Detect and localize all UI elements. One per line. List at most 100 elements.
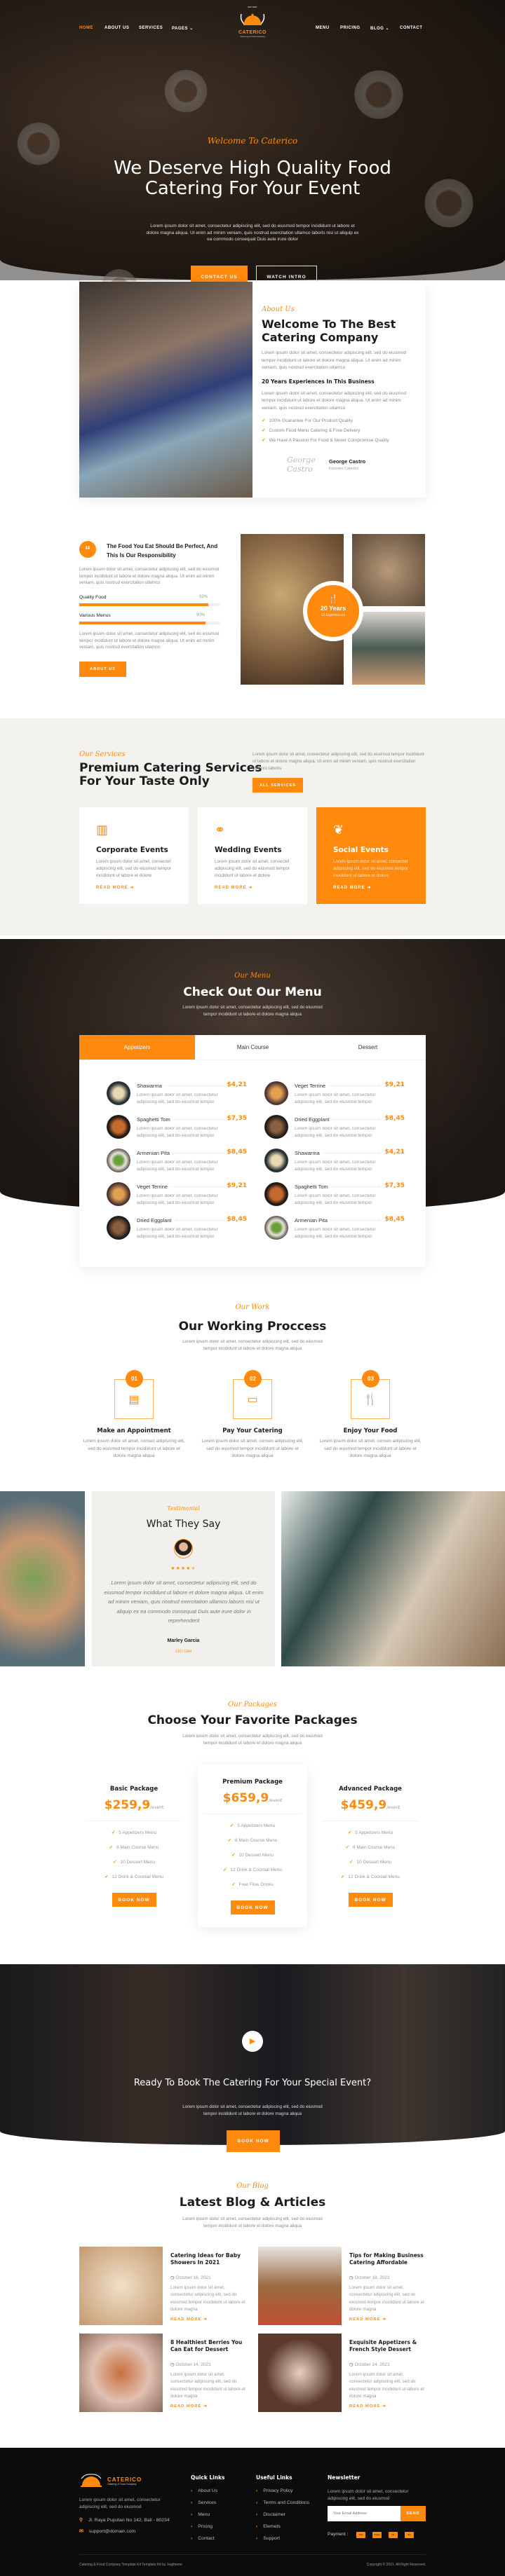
dish-photo xyxy=(107,1216,130,1240)
menu-item[interactable]: Shawarma $4,21 Lorem ipsum dolor sit ame… xyxy=(107,1081,247,1109)
post-title[interactable]: Exquisite Appetizers & French Style Dess… xyxy=(349,2339,426,2353)
read-more-link[interactable]: READ MORE ➜ xyxy=(215,885,290,890)
book-now-button[interactable]: BOOK NOW xyxy=(112,1893,156,1907)
menu-item[interactable]: Shawarma $4,21 Lorem ipsum dolor sit ame… xyxy=(264,1149,405,1177)
check-text: 100% Guarantee For Our Product Quality xyxy=(269,418,354,423)
tab-main-course[interactable]: Main Course xyxy=(195,1035,311,1060)
post-title[interactable]: Catering Ideas for Baby Showers In 2021 xyxy=(170,2252,248,2266)
post-date: ◷ October 14, 2021 xyxy=(170,2362,211,2367)
dish-photo xyxy=(107,1115,130,1139)
nav-menu[interactable]: MENU xyxy=(316,26,330,30)
footer-email[interactable]: ✉ support@domain.com xyxy=(79,2528,135,2534)
footer-link[interactable]: › Elemets xyxy=(256,2524,281,2529)
blog-post[interactable]: Exquisite Appetizers & French Style Dess… xyxy=(258,2334,426,2412)
mobile-booking-icon: ▤ xyxy=(128,1394,140,1406)
book-now-button[interactable]: BOOK NOW xyxy=(348,1893,393,1907)
newsletter-email-input[interactable] xyxy=(328,2506,400,2521)
blog-photo xyxy=(79,2247,163,2325)
check-icon: ✓ xyxy=(227,1838,232,1843)
check-icon: ✓ xyxy=(109,1845,114,1850)
blog-post[interactable]: 8 Healthiest Berries You Can Eat for Des… xyxy=(79,2334,248,2412)
footer-link[interactable]: › Pricing xyxy=(191,2524,213,2529)
menu-item[interactable]: Veget Terrine $9,21 Lorem ipsum dolor si… xyxy=(107,1182,247,1210)
read-more-label: READ MORE xyxy=(170,2404,202,2409)
post-title[interactable]: 8 Healthiest Berries You Can Eat for Des… xyxy=(170,2339,248,2353)
about-text: Lorem ipsum dolor sit amet, consectetur … xyxy=(262,350,406,370)
services-kicker: Our Services xyxy=(79,751,126,758)
payment-label: Payment : xyxy=(328,2532,349,2537)
all-services-button[interactable]: ALL SERVICES xyxy=(252,778,303,793)
send-button[interactable]: SEND xyxy=(400,2506,426,2521)
plan-feature: ✓ 5 Appetizers Menu xyxy=(316,1830,425,1844)
tab-appetizers[interactable]: Appetizers xyxy=(79,1035,195,1060)
footer-link[interactable]: › Privacy Policy xyxy=(256,2488,293,2493)
read-more-label: READ MORE xyxy=(96,886,128,890)
newsletter-text: Lorem ipsum dolor sit amet, consectetur … xyxy=(328,2489,409,2501)
service-card[interactable]: ▥ Corporate Events Lorem ipsum dolor sit… xyxy=(79,807,189,904)
read-more-link[interactable]: READ MORE ➜ xyxy=(170,2317,208,2322)
dish-photo xyxy=(107,1081,130,1105)
clock-icon: ◷ xyxy=(349,2275,354,2280)
nav-pages[interactable]: PAGES ⌄ xyxy=(172,26,194,31)
menu-item[interactable]: Dried Eggplant $8,45 Lorem ipsum dolor s… xyxy=(107,1216,247,1244)
read-more-link[interactable]: READ MORE ➜ xyxy=(349,2404,386,2409)
read-more-link[interactable]: READ MORE ➜ xyxy=(170,2404,208,2409)
footer-logo[interactable]: CATERICO Catering & Food Company xyxy=(79,2473,142,2488)
logo[interactable]: EST 2021 CATERICO Catering & Food Compan… xyxy=(231,6,274,41)
plan-name: Premium Package xyxy=(222,1779,283,1786)
dish-desc: Lorem ipsum dolor sit amet, consectetur … xyxy=(137,1160,218,1172)
skill-percent: 92% xyxy=(199,595,208,599)
responsibility-title: The Food You Eat Should Be Perfect, And … xyxy=(107,543,218,559)
play-video-button[interactable]: ▶ xyxy=(242,2031,263,2052)
check-item: ✓ 100% Guarantee For Our Product Quality xyxy=(262,416,416,426)
step-number: 02 xyxy=(244,1370,262,1388)
nav-about[interactable]: ABOUT US xyxy=(105,26,129,30)
cloche-logo-icon xyxy=(240,13,265,25)
feature-text: 12 Drink & Cocktail Menu xyxy=(348,1875,400,1879)
footer-link[interactable]: › Services xyxy=(191,2500,216,2505)
footer-link[interactable]: › Support xyxy=(256,2536,280,2541)
check-item: ✓ Custom Food Menu Catering & Free Delive… xyxy=(262,426,416,436)
dish-photo xyxy=(264,1182,288,1206)
payment-card-icon: Pay xyxy=(405,2532,414,2538)
book-now-button[interactable]: BOOK NOW xyxy=(227,2130,280,2152)
read-more-link[interactable]: READ MORE ➜ xyxy=(349,2317,386,2322)
dish-desc: Lorem ipsum dolor sit amet, consectetur … xyxy=(137,1126,218,1138)
dish-price: $8,45 xyxy=(382,1115,405,1122)
footer-link-label: Services xyxy=(198,2500,217,2505)
about-us-button[interactable]: ABOUT US xyxy=(79,662,126,677)
hero-kicker: Welcome To Caterico xyxy=(207,136,298,146)
nav-contact[interactable]: CONTACT xyxy=(400,26,422,30)
blog-post[interactable]: Catering Ideas for Baby Showers In 2021 … xyxy=(79,2247,248,2325)
footer-link[interactable]: › Disclaimer xyxy=(256,2512,285,2517)
menu-item[interactable]: Spaghetti Tom $7,35 Lorem ipsum dolor si… xyxy=(107,1115,247,1143)
menu-item[interactable]: Dried Eggplant $8,45 Lorem ipsum dolor s… xyxy=(264,1115,405,1143)
service-card[interactable]: ⚭ Wedding Events Lorem ipsum dolor sit a… xyxy=(198,807,307,904)
nav-blog[interactable]: BLOG ⌄ xyxy=(370,26,389,31)
nav-home[interactable]: HOME xyxy=(79,26,93,30)
blog-post[interactable]: Tips for Making Business Catering Afford… xyxy=(258,2247,426,2325)
footer-link[interactable]: › About Us xyxy=(191,2488,217,2493)
nav-pricing[interactable]: PRICING xyxy=(340,26,361,30)
book-now-button[interactable]: BOOK NOW xyxy=(230,1900,275,1914)
read-more-link[interactable]: READ MORE ➜ xyxy=(96,885,172,890)
footer-link[interactable]: › Contact xyxy=(191,2536,215,2541)
footer-link-label: About Us xyxy=(198,2488,218,2493)
read-more-link[interactable]: READ MORE ➜ xyxy=(333,885,409,890)
footer-credit: Catering & Food Company Template Kit Tem… xyxy=(79,2563,182,2567)
date-text: October 14, 2021 xyxy=(354,2362,390,2367)
check-icon: ✓ xyxy=(229,1823,234,1828)
service-card[interactable]: ❦ Social Events Lorem ipsum dolor sit am… xyxy=(316,807,426,904)
chevron-right-icon: › xyxy=(256,2500,258,2505)
nav-services[interactable]: SERVICES xyxy=(139,26,163,30)
footer-link[interactable]: › Menu xyxy=(191,2512,210,2517)
post-title[interactable]: Tips for Making Business Catering Afford… xyxy=(349,2252,426,2266)
menu-item[interactable]: Armenian Pita $8,45 Lorem ipsum dolor si… xyxy=(264,1216,405,1244)
menu-item[interactable]: Veget Terrine $9,21 Lorem ipsum dolor si… xyxy=(264,1081,405,1109)
logo-name: CATERICO xyxy=(238,30,267,35)
footer-link[interactable]: › Terms and Conditions xyxy=(256,2500,309,2505)
tab-dessert[interactable]: Dessert xyxy=(310,1035,426,1060)
menu-item[interactable]: Armenian Pita $8,45 Lorem ipsum dolor si… xyxy=(107,1149,247,1177)
footer-link-label: Menu xyxy=(198,2512,210,2517)
menu-item[interactable]: Spaghetti Tom $7,35 Lorem ipsum dolor si… xyxy=(264,1182,405,1210)
